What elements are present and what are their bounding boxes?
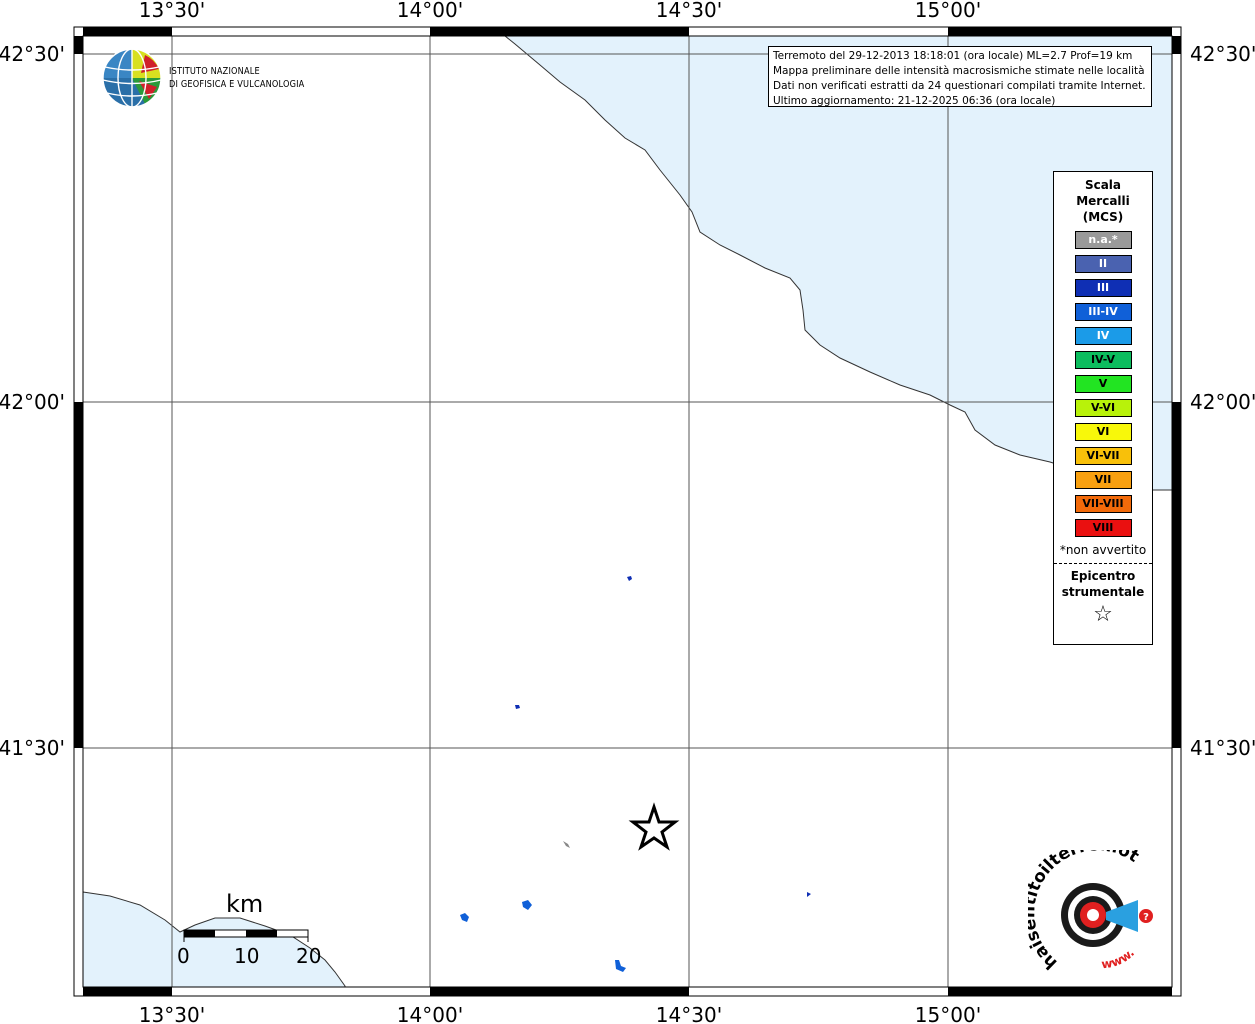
info-line-2: Mappa preliminare delle intensità macros… — [773, 65, 1145, 77]
legend-item: II — [1074, 255, 1132, 273]
legend-item: VI — [1074, 423, 1132, 441]
intensity-point — [615, 960, 626, 972]
epicenter-star — [628, 802, 680, 851]
globe-icon — [102, 48, 162, 108]
legend-item: VIII — [1074, 519, 1132, 537]
intensity-point — [515, 705, 520, 709]
legend-title: Scala Mercalli (MCS) — [1054, 177, 1152, 225]
legend-title-2: Mercalli — [1076, 194, 1130, 208]
legend-title-1: Scala — [1084, 178, 1122, 192]
legend-item: V-VI — [1074, 399, 1132, 417]
right-label-2: 42°00' — [1190, 390, 1255, 414]
legend-item: V — [1074, 375, 1132, 393]
intensity-point — [807, 892, 811, 897]
info-line-1: Terremoto del 29-12-2013 18:18:01 (ora l… — [773, 50, 1133, 62]
tyrrhenian-sea — [82, 891, 346, 988]
legend-item: n.a.* — [1074, 231, 1132, 249]
top-label-4: 15°00' — [915, 0, 981, 22]
legend-note: *non avvertito — [1059, 543, 1147, 557]
legend-item: IV-V — [1074, 351, 1132, 369]
legend-epicenter-1: Epicentro — [1070, 569, 1136, 583]
top-label-3: 14°30' — [656, 0, 722, 22]
event-info-box: Terremoto del 29-12-2013 18:18:01 (ora l… — [768, 46, 1152, 107]
mcs-legend: Scala Mercalli (MCS) n.a.* II III III-IV IV I… — [1053, 171, 1153, 645]
logo-text: Istituto Nazionale di Geofisica e Vulcan… — [169, 65, 304, 91]
bottom-label-4: 15°00' — [915, 1003, 981, 1024]
legend-epicenter-label: Epicentro strumentale — [1054, 568, 1152, 600]
scale-tick-0: 0 — [177, 944, 190, 968]
intensity-point — [627, 576, 632, 581]
ingv-logo: Istituto Nazionale di Geofisica e Vulcan… — [101, 47, 334, 109]
svg-text:www.: www. — [1101, 946, 1138, 972]
bottom-label-1: 13°30' — [139, 1003, 205, 1024]
legend-items: n.a.* II III III-IV IV IV-V V V-VI VI VI-VII VII VI… — [1054, 231, 1152, 537]
legend-item: VII-VIII — [1074, 495, 1132, 513]
legend-star-icon: ☆ — [1093, 602, 1113, 627]
legend-item: III-IV — [1074, 303, 1132, 321]
left-label-3: 41°30' — [0, 736, 65, 760]
scale-tick-10: 10 — [234, 944, 260, 968]
left-label-1: 42°30' — [0, 42, 65, 66]
top-label-1: 13°30' — [139, 0, 205, 22]
logo-line-2: di Geofisica e Vulcanologia — [169, 79, 305, 90]
bottom-label-3: 14°30' — [656, 1003, 722, 1024]
scale-tick-20: 20 — [296, 944, 322, 968]
svg-text:?: ? — [1143, 912, 1149, 923]
intensity-point — [460, 913, 469, 922]
intensity-points — [460, 576, 811, 972]
right-label-3: 41°30' — [1190, 736, 1255, 760]
legend-separator — [1054, 563, 1152, 564]
legend-item: IV — [1074, 327, 1132, 345]
left-label-2: 42°00' — [0, 390, 65, 414]
scale-unit: km — [226, 890, 264, 918]
intensity-point — [522, 900, 532, 910]
info-line-3: Dati non verificati estratti da 24 quest… — [773, 80, 1146, 92]
hst-logo: ? haisentitoilterremoto.it www. — [1028, 850, 1153, 973]
legend-epicenter-2: strumentale — [1061, 585, 1145, 599]
top-label-2: 14°00' — [397, 0, 463, 22]
right-label-1: 42°30' — [1190, 42, 1255, 66]
legend-item: III — [1074, 279, 1132, 297]
hst-www: www. — [1101, 946, 1138, 972]
bottom-label-2: 14°00' — [397, 1003, 463, 1024]
info-line-4: Ultimo aggiornamento: 21-12-2025 06:36 (… — [773, 95, 1056, 107]
legend-title-3: (MCS) — [1082, 210, 1124, 224]
legend-item: VI-VII — [1074, 447, 1132, 465]
intensity-point — [563, 841, 570, 848]
legend-item: VII — [1074, 471, 1132, 489]
logo-line-1: Istituto Nazionale — [169, 66, 260, 77]
